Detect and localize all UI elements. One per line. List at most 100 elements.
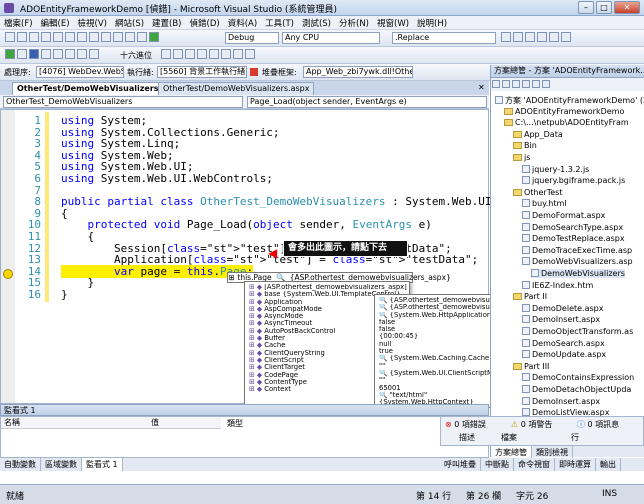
error-column-line[interactable]: 行 bbox=[571, 432, 579, 443]
watch-window[interactable]: 名稱 值 類型 bbox=[0, 416, 489, 458]
solution-item[interactable]: DemoTraceExecTime.asp bbox=[522, 245, 632, 255]
visualizer-icon[interactable]: 🔍 bbox=[379, 312, 390, 319]
solution-item[interactable]: DemoTestReplace.aspx bbox=[522, 234, 625, 243]
start-debug-icon[interactable] bbox=[149, 32, 159, 42]
copy-icon[interactable] bbox=[77, 32, 87, 42]
solution-item[interactable]: 方案 'ADOEntityFrameworkDemo' (2 bbox=[495, 95, 644, 106]
maximize-button[interactable]: □ bbox=[596, 1, 612, 14]
visualizer-icon[interactable]: 🔍 bbox=[379, 355, 390, 362]
menu-item-9[interactable]: 分析(N) bbox=[335, 16, 373, 30]
watch-column-type[interactable]: 類型 bbox=[227, 418, 243, 429]
step-over-icon[interactable] bbox=[77, 49, 87, 59]
tab-breakpoints[interactable]: 中斷點 bbox=[481, 458, 514, 471]
solution-item[interactable]: OtherTest bbox=[513, 188, 562, 197]
solution-item[interactable]: DemoSearch.aspx bbox=[522, 338, 605, 348]
solution-item[interactable]: Bin bbox=[513, 141, 537, 150]
configuration-select[interactable]: Debug bbox=[225, 32, 279, 44]
warnings-filter-button[interactable]: ⚠ 0 項警告 bbox=[511, 419, 552, 430]
toolbox-icon[interactable] bbox=[549, 32, 559, 42]
visualizer-icon[interactable]: 🔍 bbox=[379, 297, 390, 304]
menu-item-5[interactable]: 偵錯(D) bbox=[186, 16, 224, 30]
undo-icon[interactable] bbox=[101, 32, 111, 42]
thread-select[interactable]: [5560] 背景工作執行緒 bbox=[157, 66, 247, 78]
menu-item-7[interactable]: 工具(T) bbox=[261, 16, 298, 30]
solution-item[interactable]: DemoWebVisualizers bbox=[531, 269, 625, 278]
errors-filter-button[interactable]: ⊗ 0 項錯誤 bbox=[445, 419, 486, 430]
uncomment-icon[interactable] bbox=[221, 49, 231, 59]
visualizer-icon[interactable]: 🔍 bbox=[379, 370, 390, 377]
visualizer-icon[interactable]: 🔍 bbox=[379, 304, 390, 311]
tab-autos[interactable]: 自動變數 bbox=[0, 458, 41, 471]
properties-icon[interactable] bbox=[525, 32, 535, 42]
breakpoints-icon[interactable] bbox=[161, 49, 171, 59]
find-combo[interactable]: .Replace bbox=[392, 32, 496, 44]
solution-explorer-icon[interactable] bbox=[513, 32, 523, 42]
menu-item-6[interactable]: 資料(A) bbox=[224, 16, 261, 30]
paste-icon[interactable] bbox=[89, 32, 99, 42]
break-all-icon[interactable] bbox=[17, 49, 27, 59]
bookmark-icon[interactable] bbox=[233, 49, 243, 59]
process-select[interactable]: [4076] WebDev.WebServer bbox=[36, 66, 124, 78]
platform-select[interactable]: Any CPU bbox=[282, 32, 380, 44]
close-button[interactable]: ✕ bbox=[614, 1, 640, 14]
solution-item[interactable]: DemoDetachObjectUpda bbox=[522, 385, 631, 394]
tab-aspx[interactable]: OtherTest/DemoWebVisualizers.aspx bbox=[158, 82, 315, 95]
messages-filter-button[interactable]: ⓘ 0 項訊息 bbox=[577, 419, 619, 430]
code-line[interactable]: using System.Web.UI.WebControls; bbox=[61, 172, 273, 185]
start-page-icon[interactable] bbox=[561, 32, 571, 42]
tab-output[interactable]: 輸出 bbox=[596, 458, 621, 471]
tab-immediate[interactable]: 即時運算 bbox=[555, 458, 596, 471]
flag-icon[interactable] bbox=[250, 68, 258, 76]
tab-call-stack[interactable]: 呼叫堆疊 bbox=[440, 458, 481, 471]
menu-item-3[interactable]: 網站(S) bbox=[111, 16, 148, 30]
visualizer-icon[interactable]: 🔍 bbox=[379, 392, 390, 399]
solution-item[interactable]: ADOEntityFrameworkDemo bbox=[504, 107, 624, 116]
find-in-files-icon[interactable] bbox=[501, 32, 511, 42]
minimize-button[interactable]: – bbox=[578, 1, 594, 14]
tab-command-window[interactable]: 命令視窗 bbox=[514, 458, 555, 471]
solution-item[interactable]: buy.html bbox=[522, 199, 567, 208]
solution-item[interactable]: DemoInsert.aspx bbox=[522, 396, 600, 406]
solution-item[interactable]: App_Data bbox=[513, 130, 563, 139]
error-column-description[interactable]: 描述 bbox=[459, 432, 475, 443]
watch-column-name[interactable]: 名稱 bbox=[1, 418, 20, 427]
nest-files-icon[interactable] bbox=[512, 80, 520, 88]
watch-column-value[interactable]: 值 bbox=[151, 417, 159, 428]
solution-item[interactable]: DemoFormat.aspx bbox=[522, 211, 605, 220]
hex-toggle[interactable]: 十六進位 bbox=[120, 50, 152, 61]
code-line[interactable]: } bbox=[61, 288, 68, 301]
navigate-back-icon[interactable] bbox=[125, 32, 135, 42]
solution-item[interactable]: IE6Z-Index.htm bbox=[522, 280, 593, 290]
menu-item-1[interactable]: 編輯(E) bbox=[37, 16, 74, 30]
solution-item[interactable]: Part II bbox=[513, 292, 547, 301]
member-row[interactable]: ⊞ ◆ [ASP.othertest_demowebvisualizers_as… bbox=[249, 284, 409, 291]
menu-item-10[interactable]: 視窗(W) bbox=[373, 16, 413, 30]
redo-icon[interactable] bbox=[113, 32, 123, 42]
properties-icon[interactable] bbox=[492, 80, 500, 88]
menu-item-4[interactable]: 建置(B) bbox=[148, 16, 185, 30]
solution-item[interactable]: DemoObjectTransform.as bbox=[522, 327, 633, 336]
code-line[interactable]: protected void Page_Load(object sender, … bbox=[61, 218, 432, 231]
solution-item[interactable]: DemoContainsExpression bbox=[522, 373, 634, 382]
stack-frame-select[interactable]: App_Web_zbi7ywk.dll!Other bbox=[303, 66, 413, 78]
restart-icon[interactable] bbox=[41, 49, 51, 59]
refresh-icon[interactable] bbox=[502, 80, 510, 88]
copy-website-icon[interactable] bbox=[542, 80, 550, 88]
save-icon[interactable] bbox=[41, 32, 51, 42]
cut-icon[interactable] bbox=[65, 32, 75, 42]
solution-item[interactable]: DemoUpdate.aspx bbox=[522, 350, 606, 359]
solution-item[interactable]: DemoInsert.aspx bbox=[522, 315, 600, 324]
step-out-icon[interactable] bbox=[89, 49, 99, 59]
navigate-forward-icon[interactable] bbox=[137, 32, 147, 42]
output-icon[interactable] bbox=[173, 49, 183, 59]
solution-item[interactable]: DemoSearchType.aspx bbox=[522, 222, 623, 232]
continue-icon[interactable] bbox=[5, 49, 15, 59]
new-project-icon[interactable] bbox=[5, 32, 15, 42]
add-item-icon[interactable] bbox=[17, 32, 27, 42]
code-line[interactable]: public partial class OtherTest_DemoWebVi… bbox=[61, 195, 525, 208]
show-next-statement-icon[interactable] bbox=[53, 49, 63, 59]
view-designer-icon[interactable] bbox=[532, 80, 540, 88]
menu-item-11[interactable]: 說明(H) bbox=[413, 16, 451, 30]
solution-item[interactable]: jquery.bgiframe.pack.js bbox=[522, 176, 625, 185]
error-column-file[interactable]: 檔案 bbox=[501, 432, 517, 443]
